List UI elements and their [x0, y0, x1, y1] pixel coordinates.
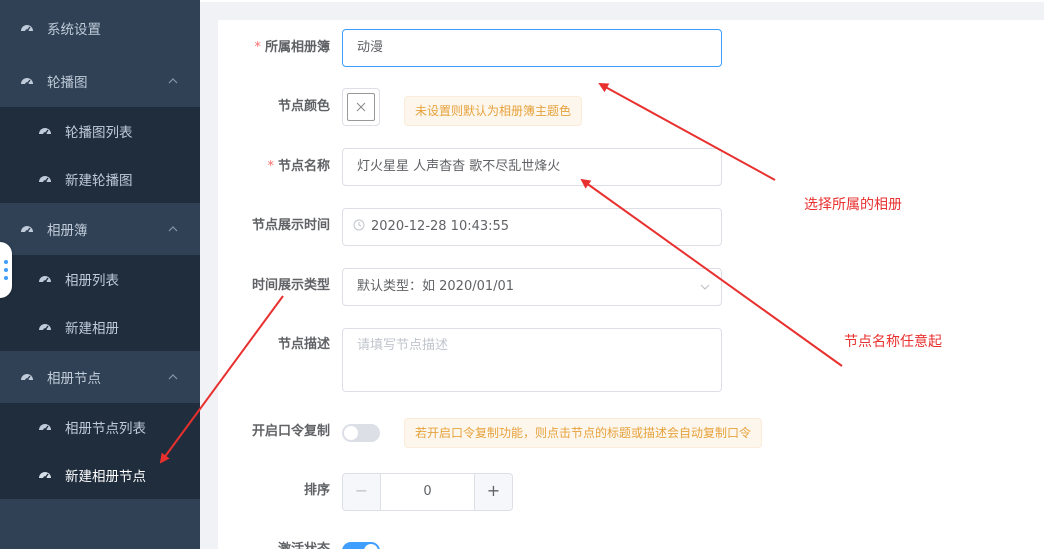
- dashboard-icon: [21, 78, 33, 86]
- copy-label: 开启口令复制: [251, 424, 330, 439]
- album-select[interactable]: 动漫: [342, 29, 722, 67]
- menu-label: 轮播图列表: [65, 125, 133, 141]
- sort-label: 排序: [303, 483, 330, 498]
- menu-album[interactable]: 相册簿: [0, 205, 200, 253]
- sidebar-toggle-handle[interactable]: [0, 242, 12, 298]
- menu-new-node[interactable]: 新建相册节点: [0, 451, 200, 499]
- active-label: 激活状态: [200, 540, 330, 549]
- album-label: * 所属相册簿: [254, 40, 330, 55]
- dashboard-icon: [39, 128, 51, 136]
- menu-label: 相册节点列表: [65, 421, 146, 437]
- main-content: * 所属相册簿 动漫 节点颜色 未设置则默认为相册簿主题色 * 节点名称 灯火星星 …: [200, 0, 1044, 549]
- copy-switch[interactable]: [342, 424, 380, 442]
- chevron-up-icon: [168, 226, 178, 232]
- menu-label: 系统设置: [47, 22, 101, 38]
- menu-new-album[interactable]: 新建相册: [0, 303, 200, 351]
- menu-label: 新建相册节点: [65, 469, 146, 485]
- active-switch[interactable]: [342, 542, 380, 549]
- menu-label: 新建相册: [65, 321, 119, 337]
- form-card: * 所属相册簿 动漫 节点颜色 未设置则默认为相册簿主题色 * 节点名称 灯火星星 …: [218, 20, 1044, 549]
- menu-label: 相册列表: [65, 273, 119, 289]
- menu-label: 相册簿: [47, 223, 88, 239]
- dashboard-icon: [39, 424, 51, 432]
- desc-label: 节点描述: [277, 337, 330, 352]
- menu-node-list[interactable]: 相册节点列表: [0, 403, 200, 451]
- desc-textarea[interactable]: 请填写节点描述: [342, 328, 722, 392]
- clock-icon: [353, 219, 365, 231]
- sort-value[interactable]: 0: [381, 474, 474, 510]
- dashboard-icon: [21, 25, 33, 33]
- menu-system-settings[interactable]: 系统设置: [0, 4, 200, 52]
- menu-album-list[interactable]: 相册列表: [0, 255, 200, 303]
- time-type-label: 时间展示类型: [251, 278, 330, 293]
- dashboard-icon: [39, 324, 51, 332]
- sidebar: 系统设置 轮播图 轮播图列表 新建轮播图 相册簿 相册列表 新建相册 相册节点 …: [0, 0, 200, 549]
- chevron-up-icon: [168, 78, 178, 84]
- dashboard-icon: [39, 472, 51, 480]
- time-picker[interactable]: 2020-12-28 10:43:55: [342, 208, 722, 246]
- decrement-button[interactable]: −: [343, 474, 381, 510]
- dashboard-icon: [39, 276, 51, 284]
- menu-new-carousel[interactable]: 新建轮播图: [0, 155, 200, 203]
- chevron-up-icon: [168, 374, 178, 380]
- copy-tip: 若开启口令复制功能，则点击节点的标题或描述会自动复制口令: [404, 418, 763, 448]
- sort-stepper[interactable]: − 0 +: [342, 473, 513, 511]
- menu-album-node[interactable]: 相册节点: [0, 353, 200, 401]
- chevron-down-icon: [700, 284, 710, 290]
- color-picker[interactable]: [342, 88, 380, 126]
- menu-carousel-list[interactable]: 轮播图列表: [0, 107, 200, 155]
- time-label: 节点展示时间: [251, 218, 330, 233]
- menu-carousel[interactable]: 轮播图: [0, 57, 200, 105]
- name-input[interactable]: 灯火星星 人声杳杳 歌不尽乱世烽火: [342, 148, 722, 186]
- increment-button[interactable]: +: [474, 474, 512, 510]
- color-tip: 未设置则默认为相册簿主题色: [404, 96, 583, 126]
- name-label: * 节点名称: [267, 159, 330, 174]
- menu-label: 轮播图: [47, 75, 88, 91]
- time-type-select[interactable]: 默认类型：如 2020/01/01: [342, 268, 722, 306]
- dashboard-icon: [39, 176, 51, 184]
- dashboard-icon: [21, 226, 33, 234]
- annotation-name: 节点名称任意起: [844, 334, 942, 350]
- menu-label: 相册节点: [47, 371, 101, 387]
- annotation-album: 选择所属的相册: [804, 197, 902, 213]
- menu-label: 新建轮播图: [65, 173, 133, 189]
- close-icon: [356, 102, 366, 112]
- color-label: 节点颜色: [277, 99, 330, 114]
- dashboard-icon: [21, 374, 33, 382]
